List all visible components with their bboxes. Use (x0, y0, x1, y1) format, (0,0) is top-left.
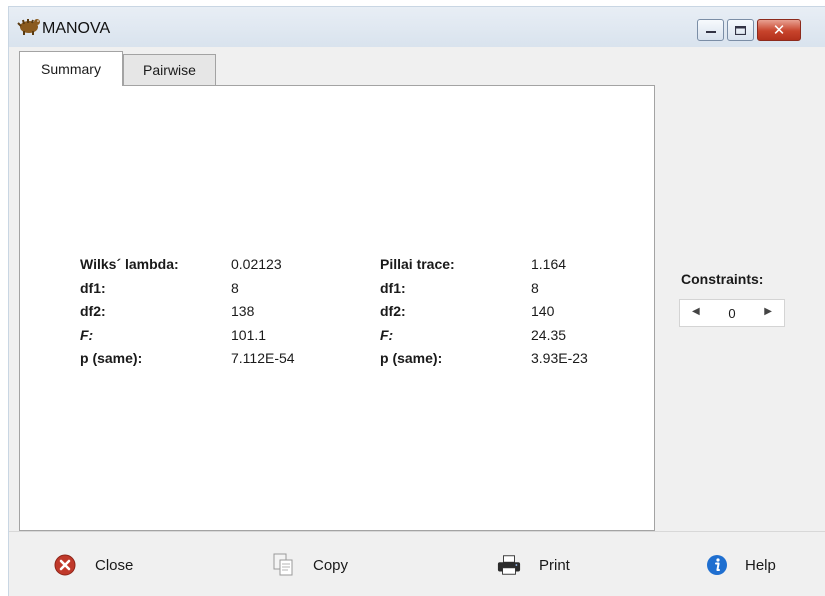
dinosaur-icon (17, 19, 40, 35)
help-button[interactable]: Help (705, 550, 776, 580)
window-title: MANOVA (42, 20, 111, 37)
close-button-label: Close (95, 556, 134, 574)
constraints-label: Constraints: (681, 271, 764, 287)
wilks-lambda-value: 0.02123 (231, 256, 282, 272)
maximize-icon (735, 25, 746, 35)
pillai-df2-label: df2: (380, 303, 406, 319)
wilks-df1-value: 8 (231, 279, 239, 296)
copy-button-label: Copy (313, 556, 349, 574)
wilks-p-value: 7.112E-54 (231, 350, 295, 366)
close-circle-icon (53, 553, 77, 577)
wilks-f-label: F: (80, 326, 94, 343)
close-button[interactable]: Close (53, 550, 133, 580)
pillai-df1-label: df1: (380, 279, 406, 296)
bottom-toolbar: Close Copy Print Help (9, 531, 825, 596)
pillai-trace-value: 1.164 (531, 256, 567, 272)
wilks-lambda-label: Wilks´ lambda: (80, 256, 179, 272)
spinner-right-arrow-icon[interactable]: ▶ (764, 306, 772, 317)
wilks-p-label: p (same): (80, 350, 143, 366)
pillai-f-value: 24.35 (531, 326, 567, 343)
manova-window: MANOVA ✕ Summary Pairwise Wilks´ lambda:… (8, 6, 825, 596)
wilks-df1-label: df1: (80, 279, 106, 296)
maximize-button[interactable] (727, 19, 754, 41)
minimize-button[interactable] (697, 19, 724, 41)
pillai-df2-value: 140 (531, 303, 555, 319)
print-button[interactable]: Print (497, 550, 570, 580)
constraints-spinner[interactable]: ◀ 0 ▶ (679, 299, 785, 327)
pillai-p-label: p (same): (380, 350, 443, 366)
pillai-p-value: 3.93E-23 (531, 350, 588, 366)
minimize-icon (705, 31, 716, 33)
pillai-f-label: F: (380, 326, 394, 343)
options-panel: Constraints: ◀ 0 ▶ (655, 85, 825, 531)
printer-icon (497, 553, 521, 577)
info-icon (705, 553, 729, 577)
tab-pairwise[interactable]: Pairwise (123, 54, 216, 85)
title-bar[interactable]: MANOVA ✕ (9, 7, 825, 47)
wilks-df2-value: 138 (231, 303, 255, 319)
wilks-df2-label: df2: (80, 303, 106, 319)
summary-panel: Wilks´ lambda: 0.02123 df1: 8 df2: 138 F… (19, 85, 655, 531)
copy-icon (271, 553, 295, 577)
copy-button[interactable]: Copy (271, 550, 348, 580)
pillai-trace-label: Pillai trace: (380, 256, 455, 272)
window-close-button[interactable]: ✕ (757, 19, 801, 41)
help-button-label: Help (745, 556, 776, 574)
wilks-f-value: 101.1 (231, 326, 267, 343)
pillai-df1-value: 8 (531, 279, 539, 296)
close-x-icon: ✕ (772, 21, 786, 39)
print-button-label: Print (539, 556, 570, 574)
tab-summary[interactable]: Summary (19, 51, 123, 86)
